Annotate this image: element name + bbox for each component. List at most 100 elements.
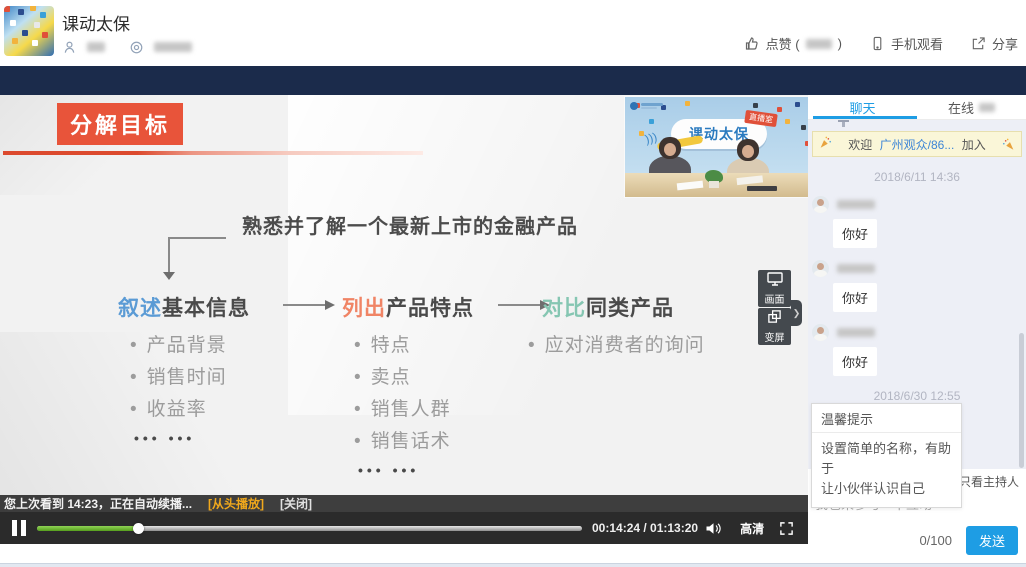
masked-username [837,200,875,209]
chat-send-row: 0/100 发送 [808,525,1026,563]
slide-bullet: 产品背景 [130,330,250,362]
like-label: 点赞 ( [766,34,800,53]
resume-notice-text: 您上次看到 14:23，正在自动续播... [4,495,192,512]
pause-button[interactable] [12,520,26,536]
thumbs-up-icon [744,36,760,52]
switch-screen-button[interactable]: 变屏 [758,308,791,345]
close-notice-button[interactable]: [关闭] [280,495,312,512]
flow-arrow-icon [283,298,335,312]
send-button[interactable]: 发送 [966,526,1018,555]
chat-timestamp: 2018/6/30 12:55 [812,389,1022,403]
tab-online-label: 在线 [948,98,974,117]
welcome-prefix: 欢迎 [848,138,872,152]
collapse-arrow-icon[interactable]: ❯ [791,300,802,326]
fullscreen-button[interactable] [779,521,794,536]
column-heading-rest: 产品特点 [386,297,474,320]
mobile-view-label: 手机观看 [891,34,943,53]
column-heading-rest: 基本信息 [162,297,250,320]
share-label: 分享 [992,34,1018,53]
viewer-icon [129,40,144,55]
progress-bar[interactable] [37,526,582,531]
masked-username [837,264,875,273]
column-keyword: 列出 [342,297,386,320]
video-player: 分解目标 熟悉并了解一个最新上市的金融产品 叙述基本信息 产品背景 销售时间 收… [0,95,808,512]
share-icon [971,36,986,51]
char-count: 0/100 [919,533,952,548]
channel-avatar [4,6,54,56]
tip-line: 让小伙伴认识自己 [821,481,925,496]
slide-bullet: 销售人群 [354,394,474,426]
slide-bullet: 特点 [354,330,474,362]
resume-notice-bar: 您上次看到 14:23，正在自动续播... [从头播放] [关闭] [0,495,808,512]
slide-title-badge: 分解目标 [57,103,183,145]
replay-from-start-button[interactable]: [从头播放] [208,495,264,512]
slide-heading: 熟悉并了解一个最新上市的金融产品 [150,210,670,239]
slide-bullet: 销售时间 [130,362,250,394]
column-heading: 列出产品特点 [342,292,474,322]
monitor-icon [767,272,783,289]
chat-message: 你好 [812,259,1022,312]
mobile-view-button[interactable]: 手机观看 [870,34,943,53]
desk-plant [705,170,723,183]
column-heading: 对比同类产品 [542,292,705,322]
chat-timestamp: 2018/6/11 14:36 [812,170,1022,184]
phone-icon [870,36,885,51]
chat-message: 你好 [812,323,1022,376]
slide-column-1: 叙述基本信息 产品背景 销售时间 收益率 ••• ••• [118,292,250,446]
welcome-suffix: 加入 [962,138,986,152]
masked-online-count [979,103,995,112]
quality-button[interactable]: 高清 [740,520,764,537]
avatar [812,260,829,277]
clipped-message-fragment [838,120,849,127]
player-top-bar [0,66,1026,95]
overlap-squares-icon [767,309,782,327]
page-header: 课动太保 [0,0,1026,66]
welcome-username[interactable]: 广州观众/86... [880,138,955,152]
column-keyword: 对比 [542,297,586,320]
avatar [812,196,829,213]
masked-username [837,328,875,337]
chat-message: 你好 [812,195,1022,248]
only-host-label: 只看主持人 [959,473,1019,490]
tip-title: 温馨提示 [812,404,961,433]
more-dots: ••• ••• [358,462,474,478]
chat-panel: 聊天 在线 欢迎 广州观众/86... [808,95,1026,563]
welcome-banner: 欢迎 广州观众/86... 加入 [812,131,1022,157]
slide-bullet: 卖点 [354,362,474,394]
layout-switcher: 画面 变屏 [758,270,791,346]
column-heading-rest: 同类产品 [586,297,674,320]
party-popper-icon [1002,138,1015,151]
slide-column-3: 对比同类产品 应对消费者的询问 [528,292,705,362]
person-icon [62,40,77,55]
below-player-gap [0,544,808,563]
header-actions: 点赞 ( ) 手机观看 分享 [744,34,1018,53]
page-bottom-strip [0,563,1026,567]
nickname-tip-popup: 温馨提示 设置简单的名称，有助于 让小伙伴认识自己 [811,403,962,508]
like-label-close: ) [838,36,842,51]
chat-scrollbar[interactable] [1019,333,1024,468]
welcome-text: 欢迎 广州观众/86... 加入 [832,136,1002,153]
volume-button[interactable] [705,521,722,536]
webcam-video: 课动太保 直播室 ))) [625,97,808,197]
screen-mode-label: 画面 [765,291,785,306]
tab-online[interactable]: 在线 [917,95,1026,119]
tip-body: 设置简单的名称，有助于 让小伙伴认识自己 [812,433,961,507]
slide-title-underline [3,151,423,155]
switch-screen-label: 变屏 [765,329,785,344]
channel-stats [62,38,192,56]
ribbon-text: 直播室 [744,110,777,127]
slide-column-2: 列出产品特点 特点 卖点 销售人群 销售话术 ••• ••• [342,292,474,478]
tab-chat-label: 聊天 [849,98,875,117]
active-tab-underline [813,116,917,119]
lead-arrow [168,237,226,239]
tip-line: 设置简单的名称，有助于 [821,441,951,476]
screen-mode-button[interactable]: 画面 [758,270,791,307]
masked-stat [87,42,105,52]
slide-bullet: 应对消费者的询问 [528,330,705,362]
player-controls: 00:14:24 / 01:13:20 高清 [0,512,808,544]
like-button[interactable]: 点赞 ( ) [744,34,842,53]
message-bubble: 你好 [833,283,877,312]
share-button[interactable]: 分享 [971,34,1018,53]
party-popper-icon [819,136,832,152]
slide-bullet: 收益率 [130,394,250,426]
